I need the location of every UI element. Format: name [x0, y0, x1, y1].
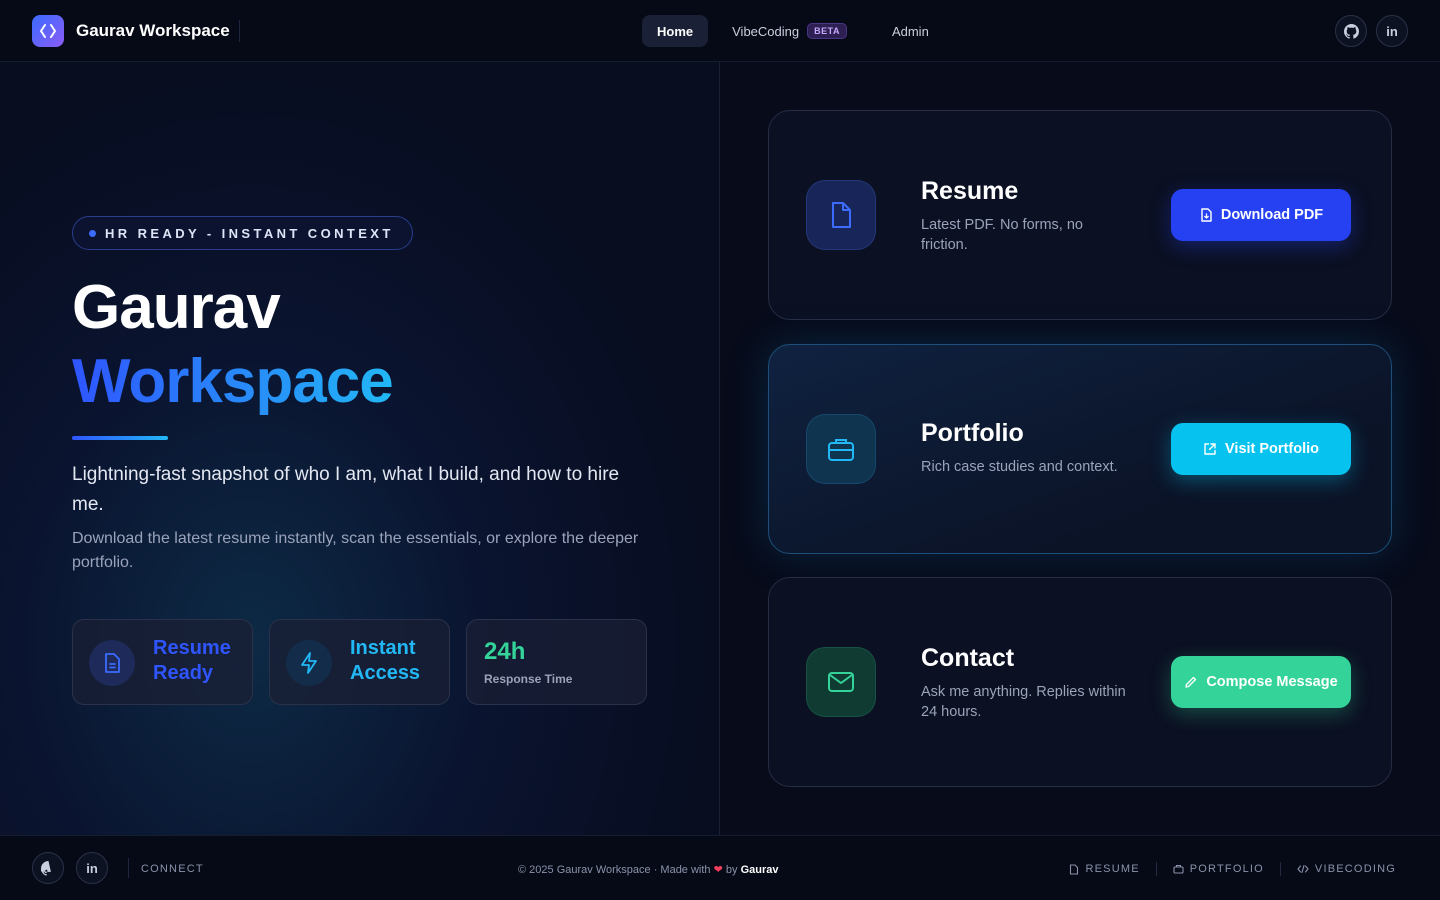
hero-title-line2: Workspace: [72, 347, 394, 416]
github-icon[interactable]: [1335, 15, 1367, 47]
code-brackets-icon: [32, 15, 64, 47]
file-download-icon: [1201, 208, 1212, 222]
brand[interactable]: Gaurav Workspace: [32, 15, 230, 47]
compose-message-label: Compose Message: [1206, 674, 1338, 690]
hero-subtext: Download the latest resume instantly, sc…: [72, 530, 639, 571]
linkedin-icon[interactable]: in: [1376, 15, 1408, 47]
pencil-icon: [1185, 676, 1197, 688]
brand-name: Gaurav Workspace: [76, 21, 230, 40]
document-icon: [1070, 863, 1079, 875]
stat-resume-ready-label: Resume Ready: [153, 637, 231, 684]
hero-section: HR READY - INSTANT CONTEXT Gaurav Worksp…: [0, 62, 720, 835]
footer-link-divider: [1155, 862, 1157, 876]
briefcase-icon: [807, 415, 875, 483]
connect-label: CONNECT: [141, 863, 204, 875]
resume-title: Resume: [921, 177, 1019, 205]
footer-social: in: [32, 852, 108, 884]
briefcase-icon: [1173, 864, 1184, 874]
hero-lead: Lightning-fast snapshot of who I am, wha…: [72, 464, 620, 515]
stat-instant-access-label: Instant Access: [350, 637, 421, 684]
contact-title: Contact: [921, 644, 1015, 672]
footer-divider: [128, 858, 129, 878]
status-pill-label: HR READY - INSTANT CONTEXT: [105, 225, 394, 241]
download-pdf-label: Download PDF: [1220, 207, 1324, 223]
copyright: © 2025 Gaurav Workspace · Made with ❤ by…: [518, 863, 779, 876]
status-dot: [89, 229, 96, 237]
footer-link-portfolio[interactable]: PORTFOLIO: [1173, 863, 1264, 875]
stat-instant-access: Instant Access: [269, 619, 450, 705]
action-cards: Resume Latest PDF. No forms, no friction…: [721, 62, 1440, 835]
heart-icon: ❤: [713, 864, 723, 876]
hero-title-line1: Gaurav: [72, 273, 281, 342]
beta-badge: BETA: [807, 23, 847, 39]
footer-link-vibecoding[interactable]: VIBECODING: [1297, 863, 1396, 875]
response-time-label: Response Time: [484, 672, 573, 686]
footer-link-resume[interactable]: RESUME: [1069, 863, 1139, 875]
external-link-icon: [1204, 443, 1216, 455]
top-header: Gaurav Workspace Home VibeCoding BETA Ad…: [0, 0, 1440, 62]
resume-card: Resume Latest PDF. No forms, no friction…: [768, 110, 1392, 320]
mail-icon: [807, 648, 875, 716]
compose-message-button[interactable]: Compose Message: [1171, 656, 1351, 708]
github-icon[interactable]: [32, 852, 64, 884]
contact-card: Contact Ask me anything. Replies within …: [768, 577, 1392, 787]
visit-portfolio-button[interactable]: Visit Portfolio: [1171, 423, 1351, 475]
footer-link-divider: [1279, 862, 1281, 876]
document-icon: [807, 181, 875, 249]
nav-vibecoding[interactable]: VibeCoding BETA: [708, 15, 857, 47]
response-time-value: 24h: [484, 638, 526, 665]
portfolio-desc: Rich case studies and context.: [921, 459, 1118, 475]
lightning-icon: [286, 640, 332, 686]
footer-link-vibecoding-label: VIBECODING: [1314, 863, 1396, 875]
stat-response-time: 24h Response Time: [466, 619, 647, 705]
header-divider: [239, 20, 240, 42]
stat-resume-ready: Resume Ready: [72, 619, 253, 705]
status-pill: HR READY - INSTANT CONTEXT: [72, 216, 413, 250]
nav-home[interactable]: Home: [642, 15, 709, 47]
footer-link-resume-label: RESUME: [1085, 863, 1140, 875]
linkedin-icon[interactable]: in: [76, 852, 108, 884]
document-icon: [89, 640, 135, 686]
visit-portfolio-label: Visit Portfolio: [1225, 441, 1319, 457]
nav-admin[interactable]: Admin: [877, 15, 944, 47]
main-nav: Home VibeCoding BETA Admin: [642, 15, 944, 47]
code-icon: [1297, 864, 1309, 874]
nav-vibecoding-label: VibeCoding: [732, 23, 800, 39]
contact-desc: Ask me anything. Replies within 24 hours…: [921, 684, 1126, 720]
resume-desc: Latest PDF. No forms, no friction.: [921, 217, 1083, 253]
title-underline: [72, 436, 168, 440]
download-pdf-button[interactable]: Download PDF: [1171, 189, 1351, 241]
footer-link-portfolio-label: PORTFOLIO: [1189, 863, 1264, 875]
footer: in CONNECT © 2025 Gaurav Workspace · Mad…: [0, 835, 1440, 900]
header-social: in: [1335, 15, 1408, 47]
footer-links: RESUME PORTFOLIO VIBECODING: [1069, 862, 1396, 876]
portfolio-card: Portfolio Rich case studies and context.…: [768, 344, 1392, 554]
copyright-author[interactable]: Gaurav: [741, 864, 779, 876]
portfolio-title: Portfolio: [921, 419, 1024, 447]
copyright-by: by: [725, 864, 738, 876]
copyright-text: © 2025 Gaurav Workspace · Made with: [518, 864, 711, 876]
